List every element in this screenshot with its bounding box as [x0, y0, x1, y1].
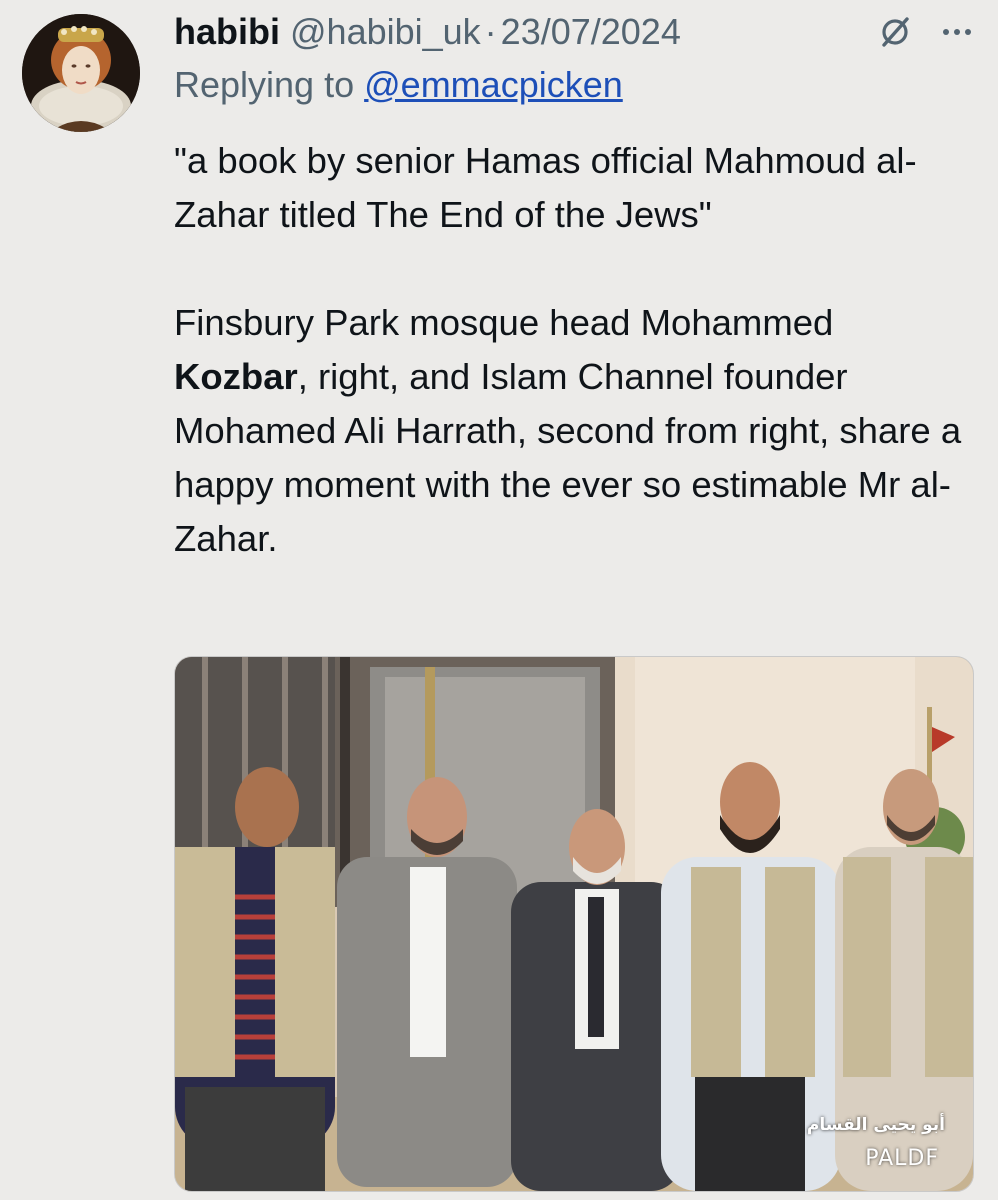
separator-dot: · [484, 11, 497, 52]
tweet-photo[interactable]: أبو يحيى القسام PALDF [174, 656, 974, 1192]
group-photo-illustration [175, 657, 973, 1191]
avatar[interactable] [22, 14, 140, 132]
author-display-name[interactable]: habibi [174, 11, 280, 53]
reply-context: Replying to @emmacpicken [174, 64, 623, 106]
tweet-date[interactable]: 23/07/2024 [501, 11, 681, 53]
paragraph-2-prefix: Finsbury Park mosque head Mohammed [174, 302, 834, 343]
grok-icon[interactable] [878, 15, 912, 49]
paragraph-2-bold-name: Kozbar [174, 356, 298, 397]
tweet-body: "a book by senior Hamas official Mahmoud… [174, 134, 974, 566]
reply-mention-link[interactable]: @emmacpicken [364, 64, 623, 105]
photo-watermark-arabic: أبو يحيى القسام [806, 1115, 945, 1135]
tweet-header: habibi @habibi_uk · 23/07/2024 [174, 8, 974, 56]
author-handle[interactable]: @habibi_uk [290, 11, 481, 53]
header-actions [878, 8, 974, 56]
tweet-paragraph-2: Finsbury Park mosque head Mohammed Kozbar… [174, 296, 974, 566]
tweet-paragraph-1: "a book by senior Hamas official Mahmoud… [174, 140, 917, 235]
tweet: habibi @habibi_uk · 23/07/2024 Replying … [0, 0, 998, 1200]
photo-watermark: PALDF [865, 1146, 939, 1171]
avatar-portrait-icon [22, 14, 140, 132]
reply-prefix: Replying to [174, 64, 355, 105]
more-icon[interactable] [940, 15, 974, 49]
